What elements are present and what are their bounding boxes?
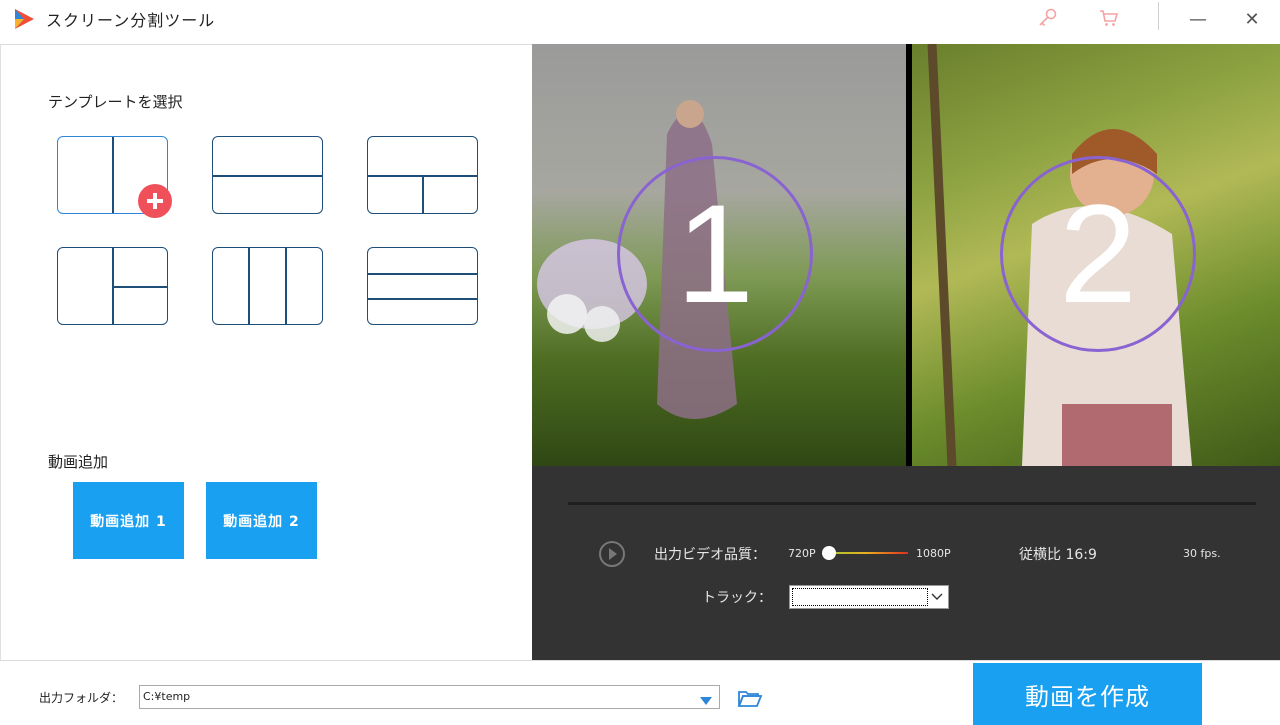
video-preview: 1 2 xyxy=(532,44,1280,466)
output-folder-value: C:¥temp xyxy=(143,690,191,703)
quality-min-label: 720P xyxy=(788,547,816,560)
quality-max-label: 1080P xyxy=(916,547,951,560)
play-icon xyxy=(609,548,617,560)
template-divider xyxy=(368,273,477,275)
template-split-vertical-3[interactable] xyxy=(212,247,323,325)
folder-open-icon[interactable] xyxy=(737,687,763,709)
template-split-horizontal-2[interactable] xyxy=(212,136,323,214)
output-folder-label: 出力フォルダ： xyxy=(39,691,124,705)
template-divider xyxy=(248,248,250,324)
bottom-bar: 出力フォルダ： C:¥temp 動画を作成 xyxy=(0,660,1280,725)
template-heading: テンプレートを選択 xyxy=(48,93,183,111)
quality-slider-handle[interactable] xyxy=(822,546,836,560)
template-divider xyxy=(285,248,287,324)
output-folder-input[interactable]: C:¥temp xyxy=(139,685,720,709)
create-video-button[interactable]: 動画を作成 xyxy=(973,663,1202,725)
track-select[interactable] xyxy=(789,585,949,609)
template-divider xyxy=(422,175,424,213)
cart-icon[interactable] xyxy=(1097,6,1121,30)
timeline-track[interactable] xyxy=(568,502,1256,505)
add-video-heading: 動画追加 xyxy=(48,453,109,471)
track-select-value xyxy=(792,588,928,606)
add-plus-icon[interactable] xyxy=(138,184,172,218)
left-panel: テンプレートを選択 動画追加 xyxy=(0,45,532,660)
key-icon[interactable] xyxy=(1036,6,1060,30)
aspect-ratio-label: 従横比 16:9 xyxy=(1019,547,1097,563)
minimize-button[interactable]: — xyxy=(1187,8,1209,30)
app-logo-icon xyxy=(12,7,36,31)
track-label: トラック： xyxy=(702,590,772,606)
add-video-1-button[interactable]: 動画追加 1 xyxy=(73,482,184,559)
template-divider xyxy=(112,137,114,213)
template-left-right-split-right[interactable] xyxy=(57,247,168,325)
template-top-bottom-split-bottom[interactable] xyxy=(367,136,478,214)
pane-2-number: 2 xyxy=(1000,156,1196,352)
pane-1-number: 1 xyxy=(617,156,813,352)
controls-panel: 出力ビデオ品質： 720P 1080P 従横比 16:9 30 fps. トラッ… xyxy=(532,466,1280,660)
close-icon: ✕ xyxy=(1244,8,1260,30)
title-bar: スクリーン分割ツール — ✕ xyxy=(0,0,1280,44)
fps-label: 30 fps. xyxy=(1183,547,1221,560)
dropdown-arrow-icon[interactable] xyxy=(698,692,714,705)
template-split-horizontal-3[interactable] xyxy=(367,247,478,325)
close-button[interactable]: ✕ xyxy=(1241,8,1263,30)
app-title: スクリーン分割ツール xyxy=(46,11,216,30)
title-separator xyxy=(1158,2,1159,30)
template-divider xyxy=(213,175,322,177)
play-button[interactable] xyxy=(599,541,625,567)
chevron-down-icon xyxy=(930,590,944,604)
template-divider xyxy=(112,286,167,288)
preview-pane-1[interactable]: 1 xyxy=(532,44,906,466)
template-divider xyxy=(368,298,477,300)
quality-label: 出力ビデオ品質： xyxy=(654,547,766,563)
quality-slider[interactable] xyxy=(824,552,908,554)
add-video-2-button[interactable]: 動画追加 2 xyxy=(206,482,317,559)
minimize-icon: — xyxy=(1189,8,1207,30)
preview-pane-2[interactable]: 2 xyxy=(912,44,1280,466)
